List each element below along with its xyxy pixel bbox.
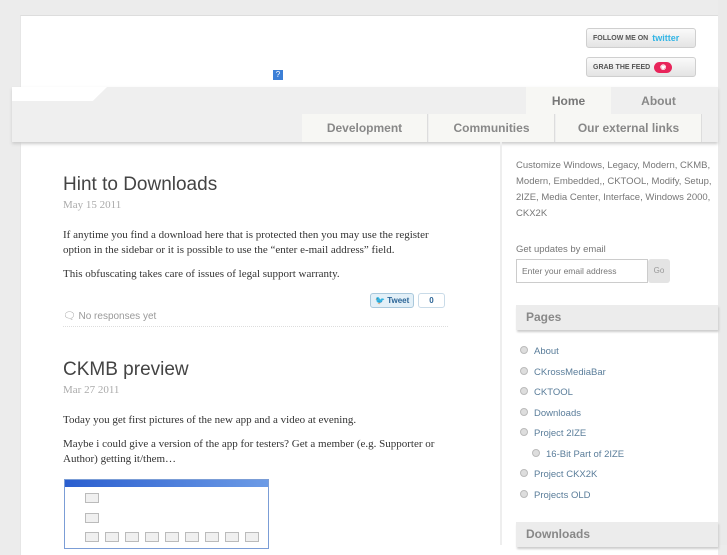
tab-home[interactable]: Home	[526, 87, 611, 114]
email-label: Get updates by email	[516, 244, 606, 255]
tweet-widget: 🐦 Tweet 0	[370, 293, 445, 308]
post-paragraph: This obfuscating takes care of issues of…	[63, 268, 340, 280]
post-paragraph: Today you get first pictures of the new …	[63, 414, 357, 426]
post-title[interactable]: Hint to Downloads	[63, 174, 448, 196]
post-date: Mar 27 2011	[63, 384, 120, 396]
page-link[interactable]: 16-Bit Part of 2IZE	[520, 449, 624, 470]
follow-label: FOLLOW ME ON	[593, 34, 649, 42]
go-button[interactable]: Go	[648, 259, 670, 283]
rss-icon: ◉	[654, 61, 673, 73]
follow-twitter-button[interactable]: FOLLOW ME ON twitter	[586, 28, 696, 48]
nav-communities[interactable]: Communities	[429, 114, 555, 142]
tweet-label: Tweet	[387, 296, 410, 305]
page-link[interactable]: Project CKX2K	[520, 469, 624, 490]
feed-label: GRAB THE FEED	[593, 63, 651, 71]
grab-feed-button[interactable]: GRAB THE FEED ◉	[586, 57, 696, 77]
post-title[interactable]: CKMB preview	[63, 359, 448, 381]
nav-development[interactable]: Development	[302, 114, 428, 142]
post-paragraph: If anytime you find a download here that…	[63, 229, 429, 256]
responses-link[interactable]: 🗨 No responses yet	[63, 311, 448, 327]
page-link[interactable]: About	[520, 346, 624, 367]
page-link[interactable]: CKTOOL	[520, 387, 624, 408]
nav-external-links[interactable]: Our external links	[556, 114, 702, 142]
pages-widget-title: Pages	[516, 305, 718, 330]
page-link[interactable]: Projects OLD	[520, 490, 624, 511]
downloads-widget-title: Downloads	[516, 522, 718, 547]
broken-image-icon: ?	[273, 70, 283, 80]
page-link[interactable]: Project 2IZE	[520, 428, 624, 449]
twitter-logo-icon: twitter	[652, 33, 680, 43]
tweet-count: 0	[418, 293, 445, 308]
email-input[interactable]: Enter your email address	[516, 259, 648, 283]
tab-about[interactable]: About	[611, 87, 706, 114]
page-background-strip	[718, 0, 727, 545]
comment-icon: 🗨	[63, 311, 79, 322]
responses-label: No responses yet	[78, 311, 157, 322]
screenshot-titlebar	[65, 480, 268, 487]
post-date: May 15 2011	[63, 199, 122, 211]
site-description: Customize Windows, Legacy, Modern, CKMB,…	[516, 160, 712, 219]
page-link[interactable]: CKrossMediaBar	[520, 367, 624, 388]
app-screenshot-image[interactable]	[64, 479, 269, 549]
post-paragraph: Maybe i could give a version of the app …	[63, 438, 435, 465]
post: Hint to Downloads May 15 2011 If anytime…	[63, 174, 448, 291]
page-link[interactable]: Downloads	[520, 408, 624, 429]
post: CKMB preview Mar 27 2011 Today you get f…	[63, 359, 448, 476]
tweet-button[interactable]: 🐦 Tweet	[370, 293, 415, 308]
pages-list: About CKrossMediaBar CKTOOL Downloads Pr…	[520, 346, 624, 510]
